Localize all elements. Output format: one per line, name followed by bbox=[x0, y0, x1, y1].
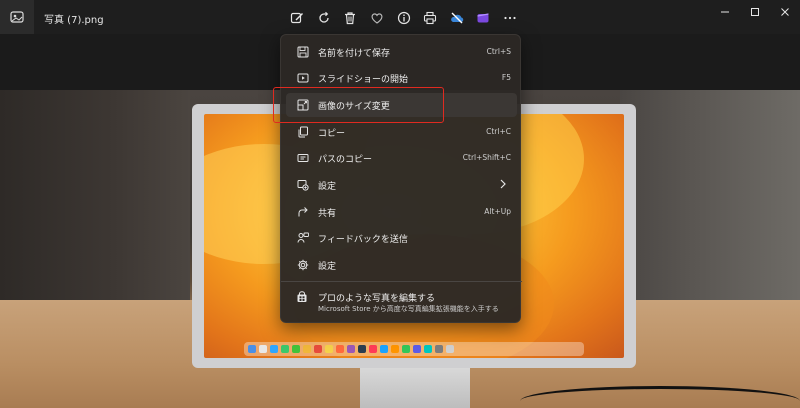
chevron-right-icon bbox=[500, 179, 506, 189]
slideshow-icon bbox=[296, 71, 310, 85]
dock-app-icon bbox=[314, 345, 322, 353]
menu-item-label: 名前を付けて保存 bbox=[318, 49, 391, 59]
monitor-stand bbox=[360, 368, 470, 408]
set-as-icon bbox=[296, 178, 310, 192]
clipchamp-icon[interactable] bbox=[470, 8, 497, 28]
monitor-cable bbox=[520, 386, 800, 408]
dock-app-icon bbox=[347, 345, 355, 353]
toolbar bbox=[284, 8, 523, 28]
menu-item-save-as[interactable]: 名前を付けて保存 Ctrl+S bbox=[286, 40, 517, 64]
window-controls bbox=[710, 0, 800, 24]
dock-app-icon bbox=[281, 345, 289, 353]
highlight-annotation-box bbox=[273, 87, 444, 123]
photo-background-right bbox=[620, 90, 800, 330]
menu-item-send-feedback[interactable]: フィードバックを送信 bbox=[286, 226, 517, 250]
rotate-icon[interactable] bbox=[311, 8, 338, 28]
menu-item-shortcut: Ctrl+Shift+C bbox=[462, 153, 511, 162]
maximize-icon[interactable] bbox=[740, 0, 770, 24]
photos-icon[interactable] bbox=[0, 0, 34, 34]
save-icon bbox=[296, 45, 310, 59]
title-bar: 写真 (7).png bbox=[0, 0, 800, 34]
menu-item-label: フィードバックを送信 bbox=[318, 235, 408, 245]
delete-icon[interactable] bbox=[337, 8, 364, 28]
menu-separator bbox=[281, 281, 522, 282]
menu-item-label: コピー bbox=[318, 129, 346, 139]
dock-app-icon bbox=[391, 345, 399, 353]
menu-item-copy-path[interactable]: パスのコピー Ctrl+Shift+C bbox=[286, 146, 517, 170]
menu-item-copy[interactable]: コピー Ctrl+C bbox=[286, 120, 517, 144]
photo-background-left bbox=[0, 90, 190, 320]
share-icon bbox=[296, 205, 310, 219]
menu-item-share[interactable]: 共有 Alt+Up bbox=[286, 200, 517, 224]
dock-app-icon bbox=[424, 345, 432, 353]
edit-image-icon[interactable] bbox=[284, 8, 311, 28]
dock-app-icon bbox=[358, 345, 366, 353]
dock-app-icon bbox=[270, 345, 278, 353]
dock-app-icon bbox=[369, 345, 377, 353]
mac-dock bbox=[244, 342, 584, 356]
onedrive-icon[interactable] bbox=[444, 8, 471, 28]
more-options-menu: 名前を付けて保存 Ctrl+S スライドショーの開始 F5 画像のサイズ変更 コ… bbox=[280, 34, 522, 323]
menu-item-label: パスのコピー bbox=[318, 155, 373, 165]
dock-app-icon bbox=[248, 345, 256, 353]
copy-icon bbox=[296, 125, 310, 139]
dock-app-icon bbox=[435, 345, 443, 353]
photos-app-window: 写真 (7).png 名前を付けて保存 Ctrl+S スライドショーの開始 F5… bbox=[0, 0, 800, 408]
menu-item-shortcut: Alt+Up bbox=[484, 207, 511, 216]
copy-path-icon bbox=[296, 151, 310, 165]
promo-subtitle: Microsoft Store から高度な写真編集拡張機能を入手する bbox=[318, 305, 499, 313]
dock-app-icon bbox=[336, 345, 344, 353]
close-icon[interactable] bbox=[770, 0, 800, 24]
dock-app-icon bbox=[292, 345, 300, 353]
minimize-icon[interactable] bbox=[710, 0, 740, 24]
more-icon[interactable] bbox=[497, 8, 524, 28]
dock-app-icon bbox=[413, 345, 421, 353]
dock-app-icon bbox=[259, 345, 267, 353]
menu-item-shortcut: Ctrl+S bbox=[486, 47, 511, 56]
settings-gear-icon bbox=[296, 258, 310, 272]
dock-app-icon bbox=[446, 345, 454, 353]
menu-item-set-as[interactable]: 設定 bbox=[286, 173, 517, 197]
promo-title: プロのような写真を編集する bbox=[318, 294, 436, 304]
store-icon bbox=[297, 291, 307, 302]
menu-item-label: 共有 bbox=[318, 209, 337, 219]
print-icon[interactable] bbox=[417, 8, 444, 28]
menu-item-settings[interactable]: 設定 bbox=[286, 253, 517, 277]
menu-item-shortcut: Ctrl+C bbox=[486, 127, 511, 136]
dock-app-icon bbox=[325, 345, 333, 353]
window-title: 写真 (7).png bbox=[44, 15, 104, 26]
menu-item-shortcut: F5 bbox=[501, 73, 511, 82]
dock-app-icon bbox=[402, 345, 410, 353]
menu-item-label: 設定 bbox=[318, 262, 337, 272]
dock-app-icon bbox=[380, 345, 388, 353]
feedback-icon bbox=[296, 231, 310, 245]
dock-app-icon bbox=[303, 345, 311, 353]
info-icon[interactable] bbox=[390, 8, 417, 28]
favorite-heart-icon[interactable] bbox=[364, 8, 391, 28]
menu-item-label: スライドショーの開始 bbox=[318, 75, 409, 85]
menu-item-label: 設定 bbox=[318, 182, 337, 192]
